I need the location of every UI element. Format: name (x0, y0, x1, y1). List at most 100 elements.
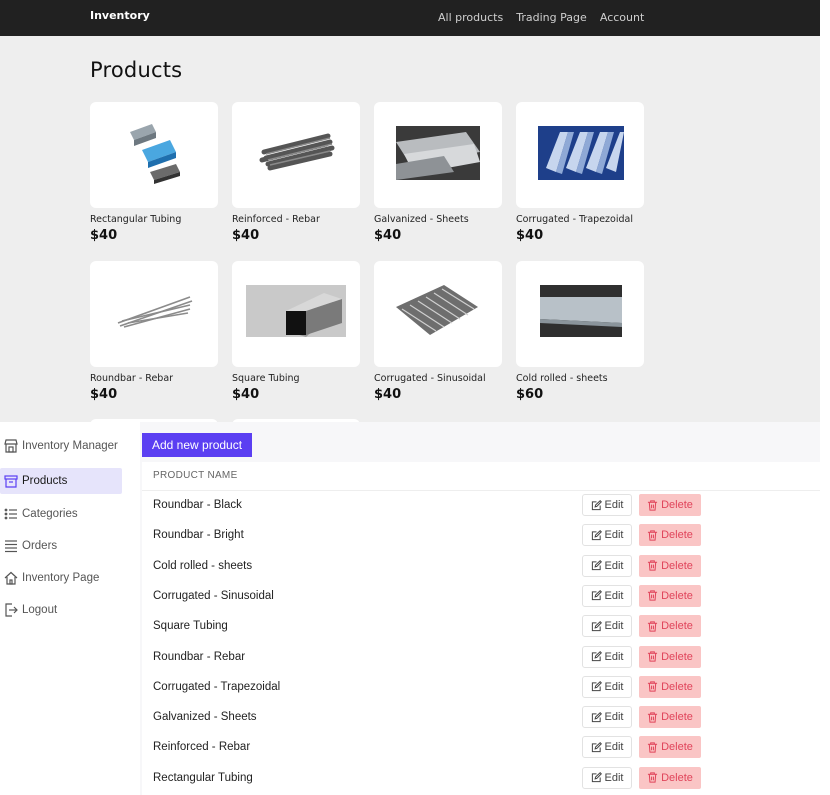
edit-button[interactable]: Edit (582, 584, 632, 607)
products-table: PRODUCT NAME Roundbar - Black Edit Delet… (142, 462, 820, 795)
product-catalog: Products Rectangular Tubing $40 Reinforc… (0, 36, 820, 422)
delete-label: Delete (661, 529, 693, 542)
product-name-cell: Galvanized - Sheets (153, 711, 257, 724)
trash-icon (648, 681, 658, 692)
edit-button[interactable]: Edit (582, 494, 632, 516)
brand-link[interactable]: Inventory (90, 0, 150, 32)
table-header: PRODUCT NAME (142, 462, 820, 491)
column-header-product-name: PRODUCT NAME (153, 470, 238, 481)
product-price: $40 (232, 387, 260, 402)
delete-label: Delete (661, 620, 693, 633)
trash-icon (648, 560, 658, 571)
nav-trading-page-link[interactable]: Trading Page (516, 11, 587, 24)
product-card[interactable]: Cold rolled - sheets $60 (516, 261, 646, 402)
edit-icon (591, 681, 602, 692)
edit-icon (591, 560, 602, 571)
edit-icon (591, 529, 602, 540)
delete-button[interactable]: Delete (639, 645, 701, 668)
sidebar-item-products[interactable]: Products (0, 468, 122, 494)
product-card[interactable]: Reinforced - Rebar $40 (232, 102, 362, 243)
edit-button[interactable]: Edit (582, 675, 632, 698)
nav-all-products-link[interactable]: All products (438, 11, 503, 24)
table-row: Corrugated - Trapezoidal Edit Delete (142, 673, 820, 703)
edit-button[interactable]: Edit (582, 706, 632, 729)
edit-icon (591, 620, 602, 631)
top-navbar: Inventory All products Trading Page Acco… (0, 0, 820, 36)
edit-label: Edit (604, 620, 624, 633)
edit-icon (591, 590, 602, 601)
delete-label: Delete (661, 589, 693, 602)
edit-icon (591, 651, 602, 662)
sidebar-item-inventory-page[interactable]: Inventory Page (0, 565, 122, 591)
trash-icon (648, 590, 658, 601)
sidebar-item-label: Categories (22, 508, 78, 520)
table-row: Roundbar - Rebar Edit Delete (142, 643, 820, 673)
galvanized-sheets-image (374, 102, 502, 208)
table-row: Galvanized - Sheets Edit Delete (142, 703, 820, 733)
table-row: Roundbar - Bright Edit Delete (142, 521, 820, 551)
product-name-cell: Cold rolled - sheets (153, 559, 253, 572)
table-row: Reinforced - Rebar Edit Delete (142, 733, 820, 763)
edit-label: Edit (604, 711, 624, 724)
delete-button[interactable]: Delete (639, 736, 701, 759)
sidebar-item-categories[interactable]: Categories (0, 501, 122, 527)
product-card[interactable]: Galvanized - Sheets $40 (374, 102, 504, 243)
delete-button[interactable]: Delete (639, 554, 701, 577)
delete-label: Delete (661, 499, 693, 511)
table-row: Corrugated - Sinusoidal Edit Delete (142, 582, 820, 612)
product-price: $40 (374, 228, 402, 243)
product-price: $40 (232, 228, 260, 243)
sidebar-item-orders[interactable]: Orders (0, 533, 122, 559)
delete-button[interactable]: Delete (639, 615, 701, 638)
delete-button[interactable]: Delete (639, 584, 701, 607)
delete-button[interactable]: Delete (639, 706, 701, 729)
edit-label: Edit (604, 499, 624, 511)
edit-button[interactable]: Edit (582, 524, 632, 547)
edit-label: Edit (604, 650, 624, 663)
trash-icon (648, 530, 658, 541)
edit-label: Edit (604, 741, 624, 754)
cold-rolled-sheets-image (516, 261, 644, 367)
delete-label: Delete (661, 680, 693, 693)
edit-button[interactable]: Edit (582, 736, 632, 759)
roundbar-image (90, 261, 218, 367)
delete-label: Delete (661, 711, 693, 724)
delete-button[interactable]: Delete (639, 524, 701, 547)
delete-button[interactable]: Delete (639, 766, 701, 789)
table-row: Roundbar - Black Edit Delete (142, 491, 820, 521)
delete-button[interactable]: Delete (639, 675, 701, 698)
product-price: $40 (90, 228, 118, 243)
trash-icon (648, 621, 658, 632)
delete-button[interactable]: Delete (639, 494, 701, 516)
sidebar-item-label: Products (22, 475, 68, 487)
product-card[interactable]: Corrugated - Trapezoidal $40 (516, 102, 646, 243)
page-title: Products (90, 58, 183, 82)
product-name: Cold rolled - sheets (516, 373, 608, 384)
nav-account-link[interactable]: Account (600, 11, 644, 24)
product-name-cell: Corrugated - Sinusoidal (153, 589, 274, 602)
home-icon (4, 571, 18, 585)
list-icon (4, 507, 18, 521)
sidebar-item-logout[interactable]: Logout (0, 597, 122, 623)
trapezoidal-roofing-image (516, 102, 644, 208)
product-card[interactable]: Corrugated - Sinusoidal $40 (374, 261, 504, 402)
product-card[interactable]: Square Tubing $40 (232, 261, 362, 402)
edit-button[interactable]: Edit (582, 766, 632, 789)
product-price: $40 (90, 387, 118, 402)
delete-label: Delete (661, 771, 693, 784)
product-name: Square Tubing (232, 373, 300, 384)
table-row: Square Tubing Edit Delete (142, 612, 820, 642)
product-card[interactable]: Rectangular Tubing $40 (90, 102, 220, 243)
edit-button[interactable]: Edit (582, 615, 632, 638)
edit-icon (591, 499, 602, 510)
edit-button[interactable]: Edit (582, 645, 632, 668)
trash-icon (648, 742, 658, 753)
add-product-button[interactable]: Add new product (142, 433, 253, 457)
edit-button[interactable]: Edit (582, 554, 632, 577)
nav-links: All products Trading Page Account (438, 0, 652, 34)
table-row: Cold rolled - sheets Edit Delete (142, 552, 820, 582)
product-card[interactable]: Roundbar - Rebar $40 (90, 261, 220, 402)
edit-label: Edit (604, 771, 624, 784)
trash-icon (648, 499, 658, 511)
delete-label: Delete (661, 741, 693, 754)
